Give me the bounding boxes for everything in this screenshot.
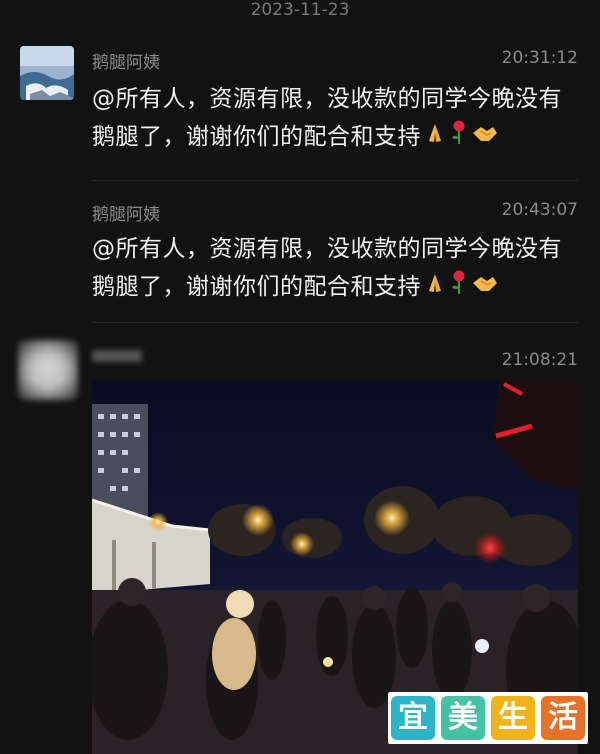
watermark-char: 生 bbox=[491, 696, 535, 740]
message-time: 20:31:12 bbox=[501, 48, 578, 68]
message-divider bbox=[92, 322, 578, 323]
watermark-char: 美 bbox=[441, 696, 485, 740]
sender-name: 鹅腿阿姨 bbox=[92, 205, 160, 225]
date-separator: 2023-11-23 bbox=[250, 0, 350, 20]
watermark-char: 活 bbox=[541, 696, 585, 740]
blurred-avatar[interactable] bbox=[18, 340, 78, 400]
message-text[interactable]: @所有人，资源有限，没收款的同学今晚没有鹅腿了，谢谢你们的配合和支持 bbox=[92, 230, 584, 307]
watermark-char: 宜 bbox=[391, 696, 435, 740]
handshake-icon bbox=[471, 269, 499, 307]
message-time: 21:08:21 bbox=[501, 350, 578, 370]
handshake-icon bbox=[471, 119, 499, 157]
avatar[interactable] bbox=[20, 46, 74, 100]
rose-icon bbox=[449, 119, 469, 157]
folded-hands-icon bbox=[423, 269, 447, 307]
message-text[interactable]: @所有人，资源有限，没收款的同学今晚没有鹅腿了，谢谢你们的配合和支持 bbox=[92, 80, 584, 157]
rose-icon bbox=[449, 269, 469, 307]
blurred-sender-name bbox=[92, 350, 142, 362]
landscape-avatar-icon bbox=[20, 46, 74, 100]
message-time: 20:43:07 bbox=[501, 200, 578, 220]
watermark-logo: 宜 美 生 活 bbox=[388, 692, 588, 744]
folded-hands-icon bbox=[423, 119, 447, 157]
message-divider bbox=[92, 180, 578, 181]
sender-name: 鹅腿阿姨 bbox=[92, 53, 160, 73]
